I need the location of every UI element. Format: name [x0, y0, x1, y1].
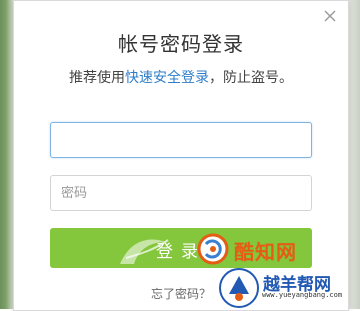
- yueyangbang-logo-icon: [219, 268, 259, 308]
- dialog-title: 帐号密码登录: [118, 32, 244, 56]
- quick-login-link[interactable]: 快速安全登录: [125, 70, 209, 86]
- password-input[interactable]: [50, 175, 312, 211]
- close-icon[interactable]: [322, 8, 338, 24]
- subtitle-suffix: ，防止盗号。: [209, 70, 293, 86]
- kuzhiwang-text: 酷知网: [234, 240, 297, 264]
- subtitle-prefix: 推荐使用: [69, 70, 125, 86]
- dialog-subtitle: 推荐使用快速安全登录，防止盗号。: [14, 67, 348, 87]
- account-input[interactable]: [50, 122, 312, 158]
- login-dialog: 帐号密码登录 推荐使用快速安全登录，防止盗号。 登录 忘了密码？: [13, 0, 349, 311]
- yueyangbang-url: www.yueyangbang.com: [262, 291, 343, 299]
- kuzhiwang-logo-icon: [197, 233, 229, 265]
- yueyangbang-watermark: 越羊帮网 www.yueyangbang.com: [217, 266, 360, 309]
